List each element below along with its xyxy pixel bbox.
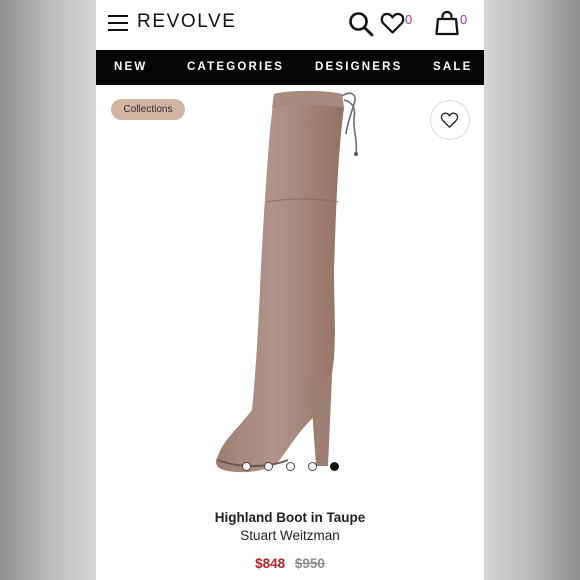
carousel-dot-active[interactable] — [330, 462, 339, 471]
product-name[interactable]: Highland Boot in Taupe — [96, 510, 484, 525]
nav-designers[interactable]: DESIGNERS — [315, 61, 403, 73]
phone-screen: REVOLVE 0 0 NEW CATEGORIES DESIGNERS SAL… — [96, 0, 484, 580]
add-to-wishlist-button[interactable] — [430, 100, 470, 140]
nav-new[interactable]: NEW — [114, 61, 147, 73]
category-nav: NEW CATEGORIES DESIGNERS SALE — [96, 50, 484, 85]
carousel-dot[interactable] — [308, 462, 317, 471]
bag-icon[interactable] — [435, 10, 459, 36]
nav-categories[interactable]: CATEGORIES — [187, 61, 284, 73]
product-image-boot[interactable] — [208, 90, 368, 475]
original-price: $950 — [294, 556, 325, 571]
wishlist-count: 0 — [405, 12, 413, 27]
product-brand[interactable]: Stuart Weitzman — [96, 528, 484, 543]
carousel-dot[interactable] — [242, 462, 251, 471]
collections-badge[interactable]: Collections — [111, 99, 185, 120]
menu-icon[interactable] — [108, 15, 128, 31]
heart-outline-icon — [440, 112, 459, 128]
background-left — [0, 0, 96, 580]
carousel-dot[interactable] — [286, 462, 295, 471]
brand-logo[interactable]: REVOLVE — [137, 11, 237, 33]
product-price: $848 $950 — [96, 556, 484, 571]
sale-price: $848 — [255, 556, 286, 571]
carousel-dot[interactable] — [264, 462, 273, 471]
heart-icon[interactable] — [380, 11, 405, 35]
top-header: REVOLVE 0 0 — [96, 0, 484, 50]
bag-count: 0 — [460, 12, 468, 27]
nav-sale[interactable]: SALE — [433, 61, 472, 73]
background-right — [484, 0, 580, 580]
search-icon[interactable] — [348, 11, 374, 37]
